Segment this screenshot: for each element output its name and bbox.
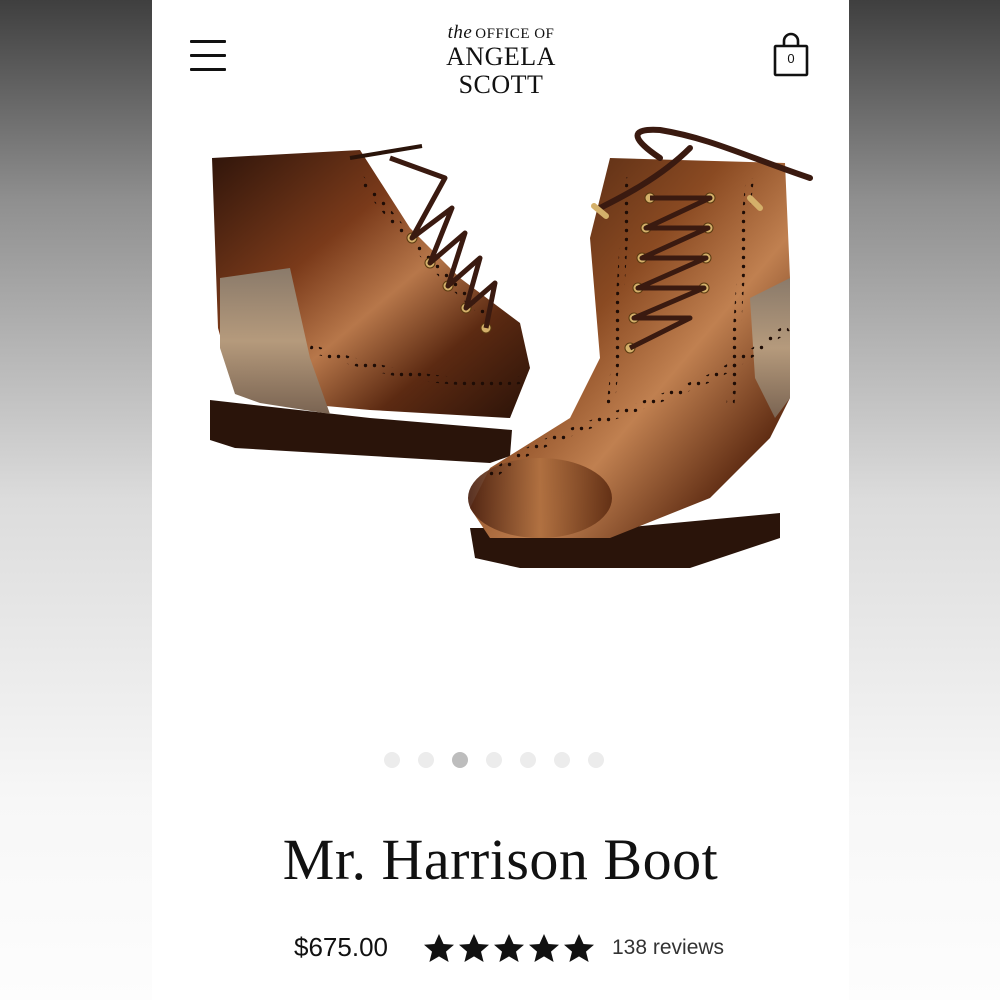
gallery-dot[interactable] [520,752,536,768]
logo-main-text: ANGELA SCOTT [446,42,556,99]
star-icon [494,934,524,962]
brand-logo[interactable]: the OFFICE OF ANGELA SCOTT [410,22,592,99]
boots-illustration [210,126,813,568]
star-icon [529,934,559,962]
logo-top-line: the OFFICE OF [410,22,592,43]
product-page: the OFFICE OF ANGELA SCOTT 0 Mr. Harriso… [152,0,849,1000]
site-header: the OFFICE OF ANGELA SCOTT 0 [152,0,849,110]
logo-the: the [447,22,473,43]
gallery-pagination [384,752,614,768]
star-icon [459,934,489,962]
gallery-dot[interactable] [554,752,570,768]
gallery-dot[interactable] [486,752,502,768]
star-rating[interactable] [422,932,597,966]
star-rating-icons [424,934,594,962]
gallery-dot[interactable] [418,752,434,768]
product-price: $675.00 [294,932,388,962]
shopping-bag-button[interactable]: 0 [772,32,810,78]
gallery-dot[interactable] [588,752,604,768]
hamburger-menu-icon[interactable] [190,38,228,72]
reviews-link[interactable]: 138 reviews [612,936,724,960]
background-left [0,0,152,1000]
star-icon [424,934,454,962]
bag-count: 0 [787,51,795,66]
gallery-dot-active[interactable] [452,752,468,768]
product-title: Mr. Harrison Boot [282,827,719,892]
left-boot [210,144,530,463]
product-image[interactable] [190,118,830,598]
star-icon [564,934,594,962]
logo-office-of: OFFICE OF [475,26,555,42]
price-rating-row: $675.00 138 reviews [152,928,849,972]
gallery-dot[interactable] [384,752,400,768]
background-right [848,0,1000,1000]
